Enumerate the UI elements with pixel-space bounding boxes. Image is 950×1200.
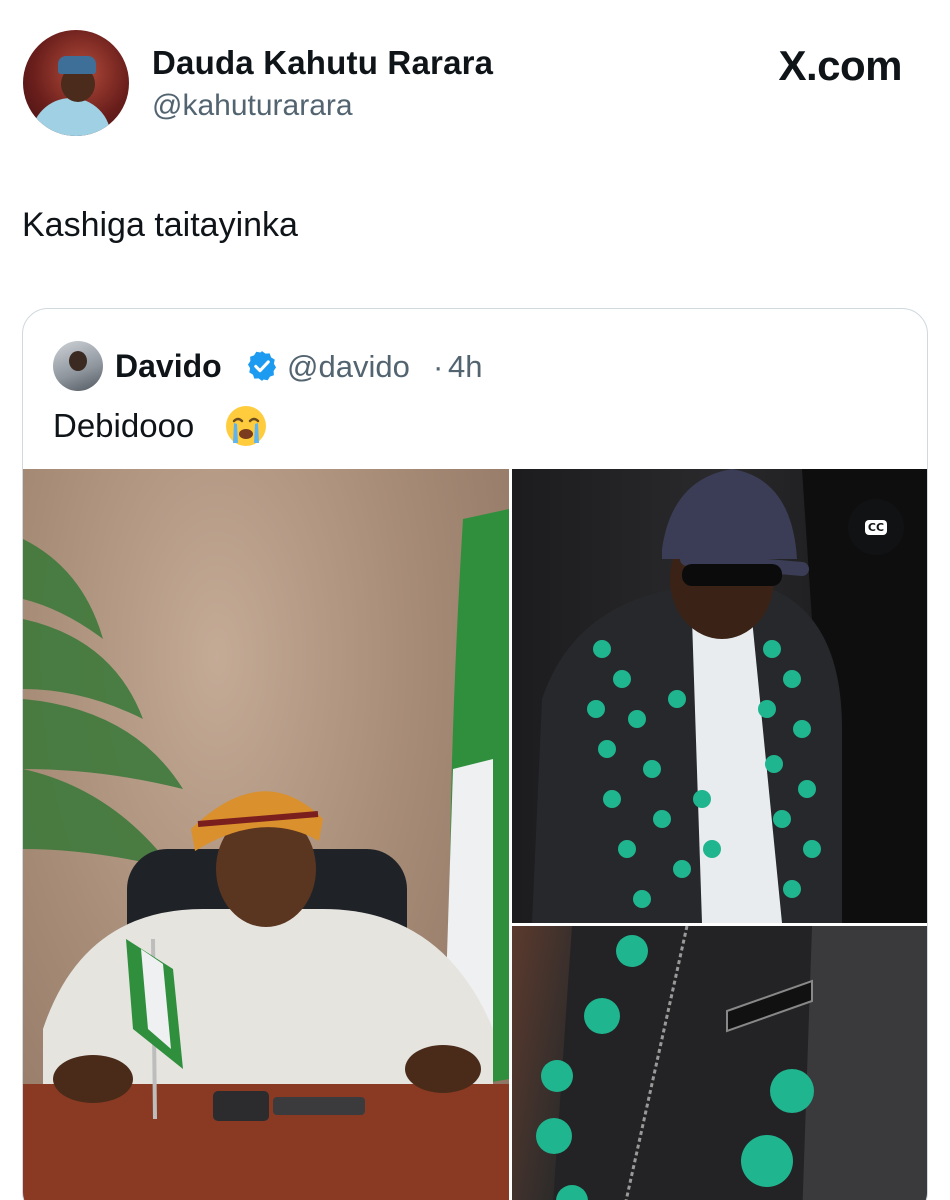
author-avatar[interactable]: [23, 30, 129, 136]
avatar-figure-cap: [58, 56, 96, 74]
quoted-author-avatar[interactable]: [53, 341, 103, 391]
media-photo-left[interactable]: [23, 469, 509, 1200]
captions-badge[interactable]: CC: [848, 499, 904, 555]
photo-man-at-desk-illustration: [23, 509, 509, 1200]
captions-badge-label: CC: [864, 519, 888, 535]
crying-face-icon: [226, 406, 266, 446]
avatar-figure-body: [31, 98, 111, 136]
quoted-author-handle[interactable]: @davido: [287, 349, 410, 385]
quoted-text: Debidooo: [53, 407, 195, 444]
media-grid[interactable]: CC: [23, 469, 927, 1200]
meta-separator: ·: [433, 349, 444, 384]
quoted-timestamp[interactable]: 4h: [448, 349, 482, 385]
media-photo-bottom-right[interactable]: [512, 926, 927, 1200]
author-handle[interactable]: @kahuturarara: [152, 89, 353, 123]
tweet-text: Kashiga taitayinka: [22, 206, 298, 244]
brand-logo: X.com: [778, 42, 902, 89]
quoted-tweet[interactable]: Davido @davido · 4h Debidooo CC: [22, 308, 928, 1200]
media-photo-top-right[interactable]: CC: [512, 469, 927, 923]
post-card: Dauda Kahutu Rarara @kahuturarara X.com …: [0, 0, 950, 1200]
verified-badge-icon: [247, 351, 277, 381]
photo-jacket-closeup-illustration: [536, 926, 927, 1200]
quoted-author-name[interactable]: Davido: [115, 348, 222, 385]
author-name[interactable]: Dauda Kahutu Rarara: [152, 44, 493, 82]
